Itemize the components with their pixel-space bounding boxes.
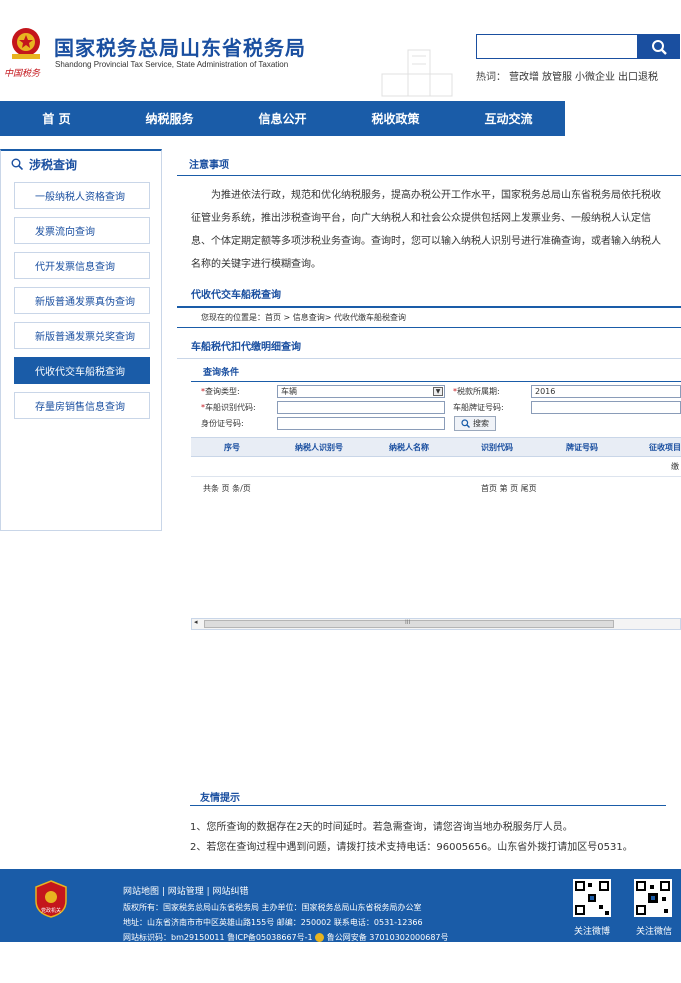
type-label: *查询类型:: [201, 387, 240, 396]
sidebar-item-issued-invoice[interactable]: 代开发票信息查询: [14, 252, 150, 279]
hotword-link[interactable]: 营改增: [509, 72, 539, 83]
footer-links[interactable]: 网站地图 | 网站管理 | 网站纠错: [123, 884, 249, 897]
type-select[interactable]: 车辆 ▼: [277, 385, 445, 398]
hotword-link[interactable]: 出口退税: [618, 72, 658, 83]
police-record[interactable]: 鲁公网安备 37010302000687号: [327, 933, 449, 942]
icp-record[interactable]: 网站标识码：bm29150011 鲁ICP备05038667号-1: [123, 933, 313, 942]
sidebar-header: 涉税查询: [1, 151, 161, 177]
footer-copyright: 版权所有：国家税务总局山东省税务局 主办单位：国家税务总局山东省税务局办公室: [123, 903, 422, 912]
svg-text:党政机关: 党政机关: [41, 907, 61, 914]
plate-label: 车船牌证号码:: [453, 403, 504, 412]
sidebar-item-invoice-authenticity[interactable]: 新版普通发票真伪查询: [14, 287, 150, 314]
query-search-button[interactable]: 搜索: [454, 416, 496, 431]
nav-info-disclosure[interactable]: 信息公开: [226, 101, 339, 136]
hotwords-label: 热词：: [476, 72, 506, 83]
wechat-caption: 关注微信: [636, 927, 673, 937]
search-icon: [461, 419, 470, 428]
header: 中国税务 国家税务总局山东省税务局 Shandong Provincial Ta…: [0, 0, 681, 101]
pager-info: 共条 页 条/页: [203, 484, 251, 493]
main-content: 注意事项 为推进依法行政，规范和优化纳税服务，提高办税公开工作水平，国家税务总局…: [177, 150, 681, 850]
section-title: 代收代交车船税查询: [177, 280, 681, 308]
col-taxpayer-id: 纳税人识别号: [295, 442, 343, 452]
sidebar-item-invoice-flow[interactable]: 发票流向查询: [14, 217, 150, 244]
vehicle-id-input[interactable]: [277, 401, 445, 414]
police-badge-icon: [315, 933, 325, 942]
hotword-link[interactable]: 放管服: [542, 72, 572, 83]
conditions-title: 查询条件: [203, 368, 240, 378]
chevron-down-icon: ▼: [433, 387, 443, 396]
col-plate-no: 牌证号码: [566, 442, 598, 452]
vehicle-id-label: *车船识别代码:: [201, 403, 256, 412]
nav-tax-service[interactable]: 纳税服务: [113, 101, 226, 136]
row-fragment: 缴: [671, 462, 679, 471]
footer: 党政机关 网站地图 | 网站管理 | 网站纠错 版权所有：国家税务总局山东省税务…: [0, 869, 681, 942]
sidebar-item-vehicle-tax[interactable]: 代收代交车船税查询: [14, 357, 150, 384]
table-row: 缴: [191, 457, 681, 477]
sub-title: 车船税代扣代缴明细查询: [177, 328, 681, 359]
footer-record: 网站标识码：bm29150011 鲁ICP备05038667号-1 鲁公网安备 …: [123, 932, 449, 943]
slogan: 中国税务: [4, 69, 41, 79]
wechat-qr-code-icon[interactable]: [634, 879, 672, 917]
sidebar-title: 涉税查询: [29, 157, 78, 172]
grid-header: 序号 纳税人识别号 纳税人名称 识别代码 牌证号码 征收项目: [191, 437, 681, 457]
idcard-input[interactable]: [277, 417, 445, 430]
search-button[interactable]: [638, 34, 680, 59]
horizontal-scrollbar[interactable]: ◂ III: [191, 618, 681, 630]
tips-title: 友情提示: [200, 793, 240, 804]
sidebar: 涉税查询 一般纳税人资格查询 发票流向查询 代开发票信息查询 新版普通发票真伪查…: [0, 149, 162, 531]
period-input[interactable]: 2016: [531, 385, 681, 398]
pager-links[interactable]: 首页 第 页 尾页: [481, 483, 537, 494]
tip-item: 1、您所查询的数据存在2天的时间延时。若急需查询，请您咨询当地办税服务厅人员。: [190, 822, 573, 833]
col-vehicle-code: 识别代码: [481, 442, 513, 452]
col-taxpayer-name: 纳税人名称: [389, 442, 429, 452]
pager: 共条 页 条/页 首页 第 页 尾页: [191, 477, 681, 499]
party-government-badge-icon: 党政机关: [35, 880, 67, 918]
notice-text: 为推进依法行政，规范和优化纳税服务，提高办税公开工作水平，国家税务总局山东省税务…: [191, 190, 661, 270]
sidebar-item-invoice-lottery[interactable]: 新版普通发票兑奖查询: [14, 322, 150, 349]
scrollbar-thumb[interactable]: III: [204, 619, 614, 628]
scroll-left-icon[interactable]: ◂: [194, 618, 198, 626]
site-title[interactable]: 国家税务总局山东省税务局: [54, 32, 306, 61]
main-nav: 首 页 纳税服务 信息公开 税收政策 互动交流: [0, 101, 681, 136]
national-emblem-icon: [12, 28, 40, 59]
notice-title: 注意事项: [177, 150, 681, 176]
site-subtitle: Shandong Provincial Tax Service, State A…: [55, 60, 289, 69]
search-input[interactable]: [476, 34, 638, 59]
nav-home[interactable]: 首 页: [0, 101, 113, 136]
tips-divider: [190, 805, 666, 806]
sidebar-item-taxpayer-qualification[interactable]: 一般纳税人资格查询: [14, 182, 150, 209]
sidebar-item-house-sales[interactable]: 存量房销售信息查询: [14, 392, 150, 419]
nav-tax-policy[interactable]: 税收政策: [339, 101, 452, 136]
col-levy-item: 征收项目: [649, 442, 681, 452]
building-watermark-icon: [381, 49, 453, 97]
search-icon: [652, 39, 667, 55]
weibo-caption: 关注微博: [574, 927, 611, 937]
hotword-link[interactable]: 小微企业: [575, 72, 615, 83]
plate-input[interactable]: [531, 401, 681, 414]
result-grid: 序号 纳税人识别号 纳税人名称 识别代码 牌证号码 征收项目 缴 共条 页 条/…: [191, 437, 681, 499]
search-icon: [11, 158, 23, 170]
query-form: *查询类型: 车辆 ▼ *税款所属期: 2016 *车船识别代码: 车船牌证号码:…: [191, 381, 681, 433]
idcard-label: 身份证号码:: [201, 419, 244, 428]
weibo-qr-code-icon[interactable]: [573, 879, 611, 917]
hotwords: 热词： 营改增 放管服 小微企业 出口退税: [476, 68, 658, 83]
tip-item: 2、若您在查询过程中遇到问题，请拨打技术支持电话：96005656。山东省外拨打…: [190, 842, 633, 853]
col-index: 序号: [224, 442, 240, 452]
nav-interaction[interactable]: 互动交流: [452, 101, 565, 136]
nav-spacer: [565, 101, 681, 136]
period-label: *税款所属期:: [453, 387, 500, 396]
breadcrumb: 您现在的位置是：首页 > 信息查询> 代收代缴车船税查询: [177, 308, 681, 328]
footer-address: 地址：山东省济南市市中区英雄山路155号 邮编：250002 联系电话：0531…: [123, 918, 423, 927]
